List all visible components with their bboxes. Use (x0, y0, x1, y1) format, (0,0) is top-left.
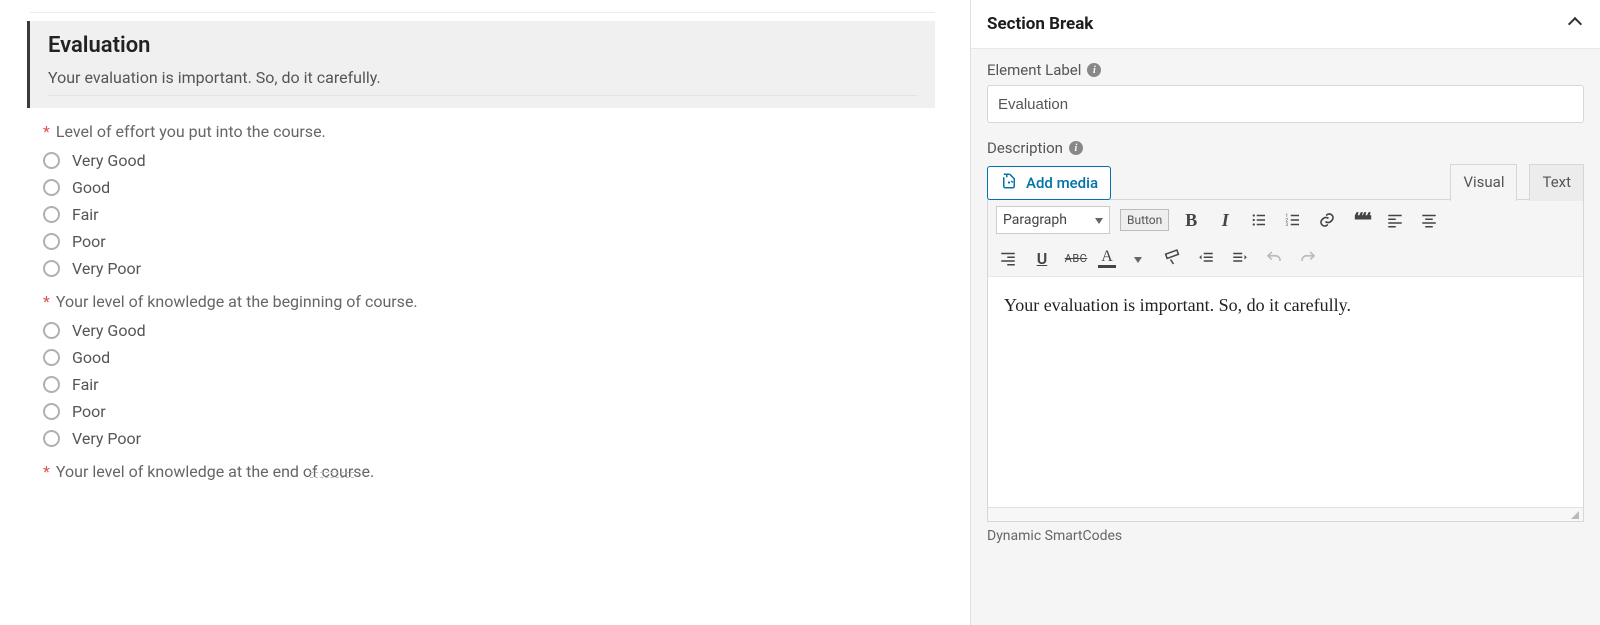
radio-option[interactable]: Very Poor (43, 259, 935, 278)
resize-handle[interactable] (988, 507, 1583, 521)
radio-icon (43, 322, 60, 339)
radio-option[interactable]: Very Good (43, 151, 935, 170)
editor-textarea[interactable]: Your evaluation is important. So, do it … (988, 277, 1583, 507)
caret-down-icon (1095, 212, 1103, 228)
description-field-title: Description i (987, 139, 1584, 157)
element-label-input[interactable] (987, 85, 1584, 123)
strikethrough-button[interactable]: ABC (1064, 246, 1088, 270)
panel-header[interactable]: Section Break (971, 0, 1600, 48)
required-asterisk: * (43, 122, 50, 141)
add-media-button[interactable]: Add media (987, 166, 1111, 200)
radio-icon (43, 403, 60, 420)
radio-option[interactable]: Good (43, 348, 935, 367)
svg-text:3: 3 (1286, 222, 1289, 228)
chevron-up-icon[interactable] (1570, 14, 1580, 34)
italic-button[interactable]: I (1213, 208, 1237, 232)
redo-button[interactable] (1296, 246, 1320, 270)
tab-visual[interactable]: Visual (1450, 164, 1517, 201)
link-button[interactable] (1315, 208, 1339, 232)
editor-toolbar: Paragraph Button B I 123 ❝❝ (988, 200, 1583, 277)
question-1: *Level of effort you put into the course… (43, 122, 935, 278)
radio-option[interactable]: Fair (43, 205, 935, 224)
text-color-caret[interactable] (1126, 246, 1150, 270)
radio-option[interactable]: Poor (43, 232, 935, 251)
required-asterisk: * (43, 292, 50, 311)
section-title: Evaluation (48, 33, 917, 58)
numbered-list-button[interactable]: 123 (1281, 208, 1305, 232)
radio-option[interactable]: Very Poor (43, 429, 935, 448)
question-2: *Your level of knowledge at the beginnin… (43, 292, 935, 448)
blockquote-button[interactable]: ❝❝ (1349, 208, 1373, 232)
rich-text-editor: Paragraph Button B I 123 ❝❝ (987, 199, 1584, 522)
question-label: *Level of effort you put into the course… (43, 122, 935, 141)
radio-option[interactable]: Poor (43, 402, 935, 421)
radio-icon (43, 152, 60, 169)
editor-tabs-row: Add media Visual Text (987, 163, 1584, 200)
outdent-button[interactable] (1194, 246, 1218, 270)
radio-icon (43, 430, 60, 447)
properties-panel: Section Break Element Label i Descriptio… (970, 0, 1600, 625)
undo-button[interactable] (1262, 246, 1286, 270)
radio-icon (43, 260, 60, 277)
radio-icon (43, 376, 60, 393)
tab-text[interactable]: Text (1529, 164, 1584, 201)
bold-button[interactable]: B (1179, 208, 1203, 232)
info-icon[interactable]: i (1069, 141, 1083, 155)
info-icon[interactable]: i (1087, 63, 1101, 77)
form-preview: Evaluation Your evaluation is important.… (0, 0, 960, 625)
indent-button[interactable] (1228, 246, 1252, 270)
question-3: *Your level of knowledge at the end of c… (43, 462, 935, 481)
format-select[interactable]: Paragraph (996, 206, 1110, 234)
button-shortcode-button[interactable]: Button (1120, 209, 1169, 231)
radio-option[interactable]: Fair (43, 375, 935, 394)
section-description: Your evaluation is important. So, do it … (48, 68, 917, 96)
required-asterisk: * (43, 462, 50, 481)
question-label: *Your level of knowledge at the beginnin… (43, 292, 935, 311)
radio-icon (43, 349, 60, 366)
text-color-button[interactable]: A (1098, 248, 1116, 268)
panel-body: Element Label i Description i Add media … (971, 48, 1600, 625)
question-label: *Your level of knowledge at the end of c… (43, 462, 935, 481)
drag-handle-icon[interactable] (310, 472, 354, 478)
radio-icon (43, 179, 60, 196)
align-center-button[interactable] (1417, 208, 1441, 232)
media-icon (1000, 172, 1018, 194)
underline-button[interactable]: U (1030, 246, 1054, 270)
radio-option[interactable]: Very Good (43, 321, 935, 340)
panel-title: Section Break (987, 14, 1093, 34)
caret-down-icon (1134, 249, 1142, 267)
align-left-button[interactable] (1383, 208, 1407, 232)
radio-icon (43, 233, 60, 250)
radio-option[interactable]: Good (43, 178, 935, 197)
dynamic-smartcodes-link[interactable]: Dynamic SmartCodes (987, 522, 1584, 544)
radio-icon (43, 206, 60, 223)
align-right-button[interactable] (996, 246, 1020, 270)
preview-top-divider (30, 5, 935, 13)
bullet-list-button[interactable] (1247, 208, 1271, 232)
clear-formatting-button[interactable] (1160, 246, 1184, 270)
section-header[interactable]: Evaluation Your evaluation is important.… (27, 21, 935, 108)
element-label-field-title: Element Label i (987, 61, 1584, 79)
